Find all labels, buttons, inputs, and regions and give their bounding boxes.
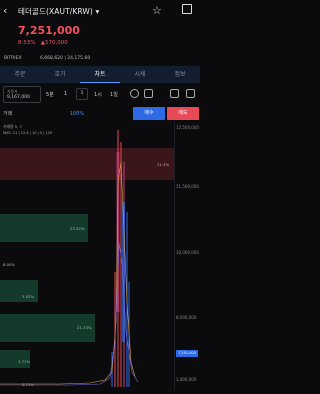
price-change: 8.53% ▲570,000 (18, 40, 68, 46)
order-bar: 거래 100% 매수 매도 (0, 107, 200, 121)
tab-order[interactable]: 주문 (0, 66, 40, 83)
price-chart[interactable]: 21.3% 23.32% 8.00% 3.52% 21.33% 3.71% 2.… (0, 122, 200, 390)
app-header: ‹ 테더골드(XAUT/KRW) ▾ ☆ (0, 0, 200, 22)
interval-1[interactable]: 1 (64, 91, 67, 97)
interval-1day[interactable]: 1일 (110, 91, 118, 98)
fullscreen-icon[interactable] (186, 89, 195, 98)
reference-price-box[interactable]: 기준가 9,167,000 (3, 86, 41, 103)
reference-price-value: 9,167,000 (7, 95, 30, 100)
order-label: 거래 (3, 111, 13, 117)
candlestick-series (0, 130, 139, 387)
settings-icon[interactable] (170, 89, 179, 98)
change-absolute: ▲570,000 (40, 40, 68, 46)
tab-info[interactable]: 정보 (160, 66, 200, 83)
tab-chart[interactable]: 차트 (80, 66, 120, 83)
current-price-tag: 7,251,000 (176, 350, 198, 357)
star-icon[interactable]: ☆ (152, 4, 162, 17)
chart-toolbar: 기준가 9,167,000 5분 1 1 1시 1일 (0, 85, 200, 105)
tab-quotes[interactable]: 시세 (120, 66, 160, 83)
sell-button[interactable]: 매도 (167, 107, 199, 120)
main-tabs: 주문 호가 차트 시세 정보 (0, 66, 200, 83)
axis-label: 1,000,000 (176, 377, 197, 382)
order-percent[interactable]: 100% (45, 109, 109, 119)
buy-button[interactable]: 매수 (133, 107, 165, 120)
draw-icon[interactable] (144, 89, 153, 98)
exchange-value: 6,668,620 | 24,175.60 (40, 56, 91, 61)
interval-selected[interactable]: 1 (76, 88, 88, 100)
interval-5min[interactable]: 5분 (46, 91, 54, 98)
axis-label: 8,000,000 (176, 315, 197, 320)
market-title[interactable]: 테더골드(XAUT/KRW) ▾ (18, 6, 99, 17)
share-icon[interactable] (182, 4, 192, 14)
indicator-icon[interactable] (130, 89, 139, 98)
interval-1hour[interactable]: 1시 (94, 91, 102, 98)
axis-label: 10,000,000 (176, 250, 199, 255)
axis-label: 12,500,000 (176, 125, 199, 130)
axis-label: 11,500,000 (176, 184, 199, 189)
change-percent: 8.53% (18, 40, 36, 46)
back-chevron-icon[interactable]: ‹ (3, 4, 7, 17)
exchange-label: BITRIEX (4, 56, 22, 61)
price-spike (0, 130, 139, 387)
current-price: 7,251,000 (18, 24, 80, 37)
tab-orderbook[interactable]: 호가 (40, 66, 80, 83)
